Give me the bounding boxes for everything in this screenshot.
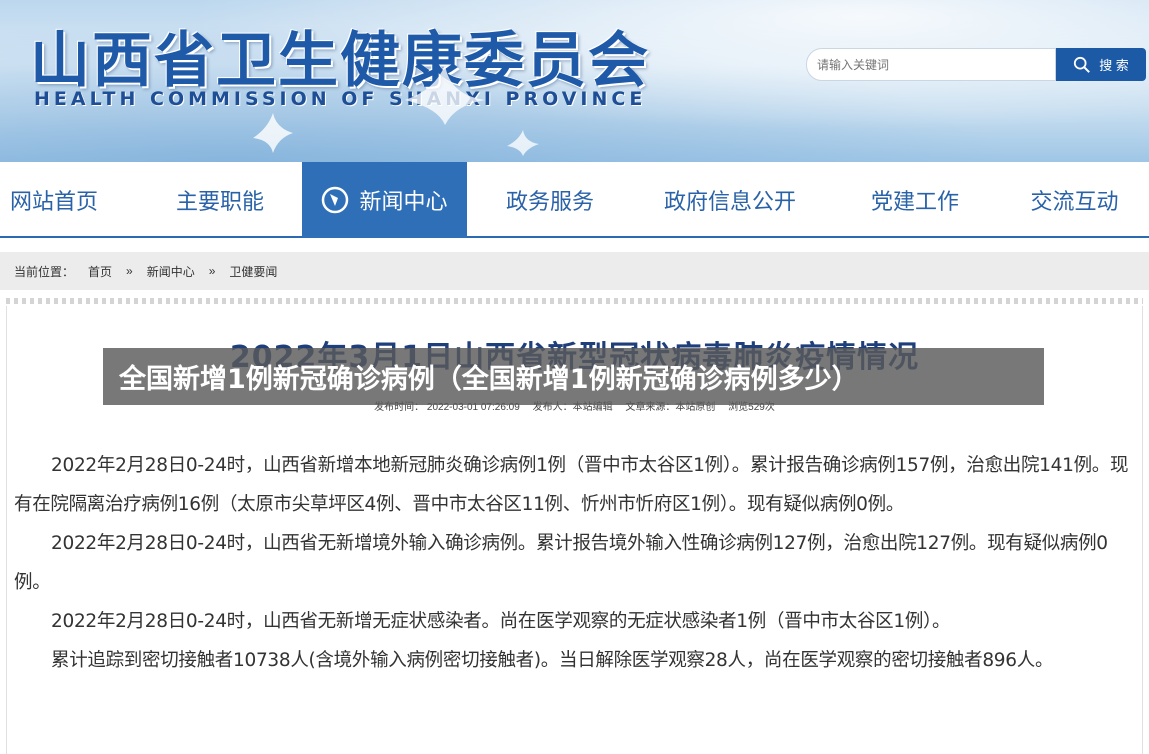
overlay-headline: 全国新增1例新冠确诊病例（全国新增1例新冠确诊病例多少）	[103, 348, 1044, 405]
breadcrumb-link-home[interactable]: 首页	[88, 263, 112, 280]
main-nav: 网站首页 主要职能 新闻中心 政务服务 政府信息公开 党建工作 交流互动	[0, 162, 1149, 238]
search-button[interactable]: 搜 索	[1056, 48, 1146, 81]
search-button-label: 搜 索	[1099, 58, 1129, 73]
nav-item-label: 新闻中心	[359, 190, 448, 215]
breadcrumb-prefix: 当前位置：	[14, 264, 75, 279]
nav-item-functions[interactable]: 主要职能	[140, 162, 300, 238]
nav-item-interaction[interactable]: 交流互动	[1000, 162, 1149, 238]
breadcrumb-link-health-news[interactable]: 卫健要闻	[229, 263, 277, 280]
nav-item-label: 交流互动	[1030, 190, 1119, 215]
site-header: 山西省卫生健康委员会 HEALTH COMMISSION OF SHANXI P…	[0, 0, 1149, 162]
article-body: 2022年2月28日0-24时，山西省新增本地新冠肺炎确诊病例1例（晋中市太谷区…	[14, 446, 1138, 680]
nav-item-label: 党建工作	[870, 190, 959, 215]
article-paragraph: 2022年2月28日0-24时，山西省新增本地新冠肺炎确诊病例1例（晋中市太谷区…	[14, 455, 1129, 515]
article-paragraph: 2022年2月28日0-24时，山西省无新增无症状感染者。尚在医学观察的无症状感…	[51, 611, 951, 632]
nav-item-label: 主要职能	[175, 190, 264, 215]
nav-item-party[interactable]: 党建工作	[835, 162, 995, 238]
nav-item-label: 政府信息公开	[663, 190, 796, 215]
globe-icon	[322, 186, 349, 214]
breadcrumb-link-news[interactable]: 新闻中心	[147, 263, 195, 280]
nav-item-gov-info[interactable]: 政府信息公开	[640, 162, 820, 238]
nav-item-label: 网站首页	[9, 190, 98, 215]
site-subtitle: HEALTH COMMISSION OF SHANXI PROVINCE	[34, 88, 647, 110]
site-title: 山西省卫生健康委员会	[30, 26, 650, 96]
dove-icon	[253, 113, 293, 153]
search-icon	[1074, 56, 1091, 73]
search-input[interactable]	[806, 48, 1056, 81]
breadcrumb: 当前位置： 首页 » 新闻中心 » 卫健要闻	[0, 252, 1149, 290]
breadcrumb-separator: »	[208, 264, 216, 278]
dove-icon	[405, 65, 485, 125]
dotted-divider	[6, 298, 1143, 304]
dove-icon	[507, 130, 539, 156]
article-paragraph: 累计追踪到密切接触者10738人(含境外输入病例密切接触者)。当日解除医学观察2…	[51, 650, 1054, 671]
nav-item-services[interactable]: 政务服务	[470, 162, 630, 238]
nav-item-news-center[interactable]: 新闻中心	[302, 162, 467, 238]
article-paragraph: 2022年2月28日0-24时，山西省无新增境外输入确诊病例。累计报告境外输入性…	[14, 533, 1108, 593]
breadcrumb-separator: »	[126, 264, 133, 278]
nav-item-home[interactable]: 网站首页	[0, 162, 108, 238]
nav-item-label: 政务服务	[505, 190, 594, 215]
